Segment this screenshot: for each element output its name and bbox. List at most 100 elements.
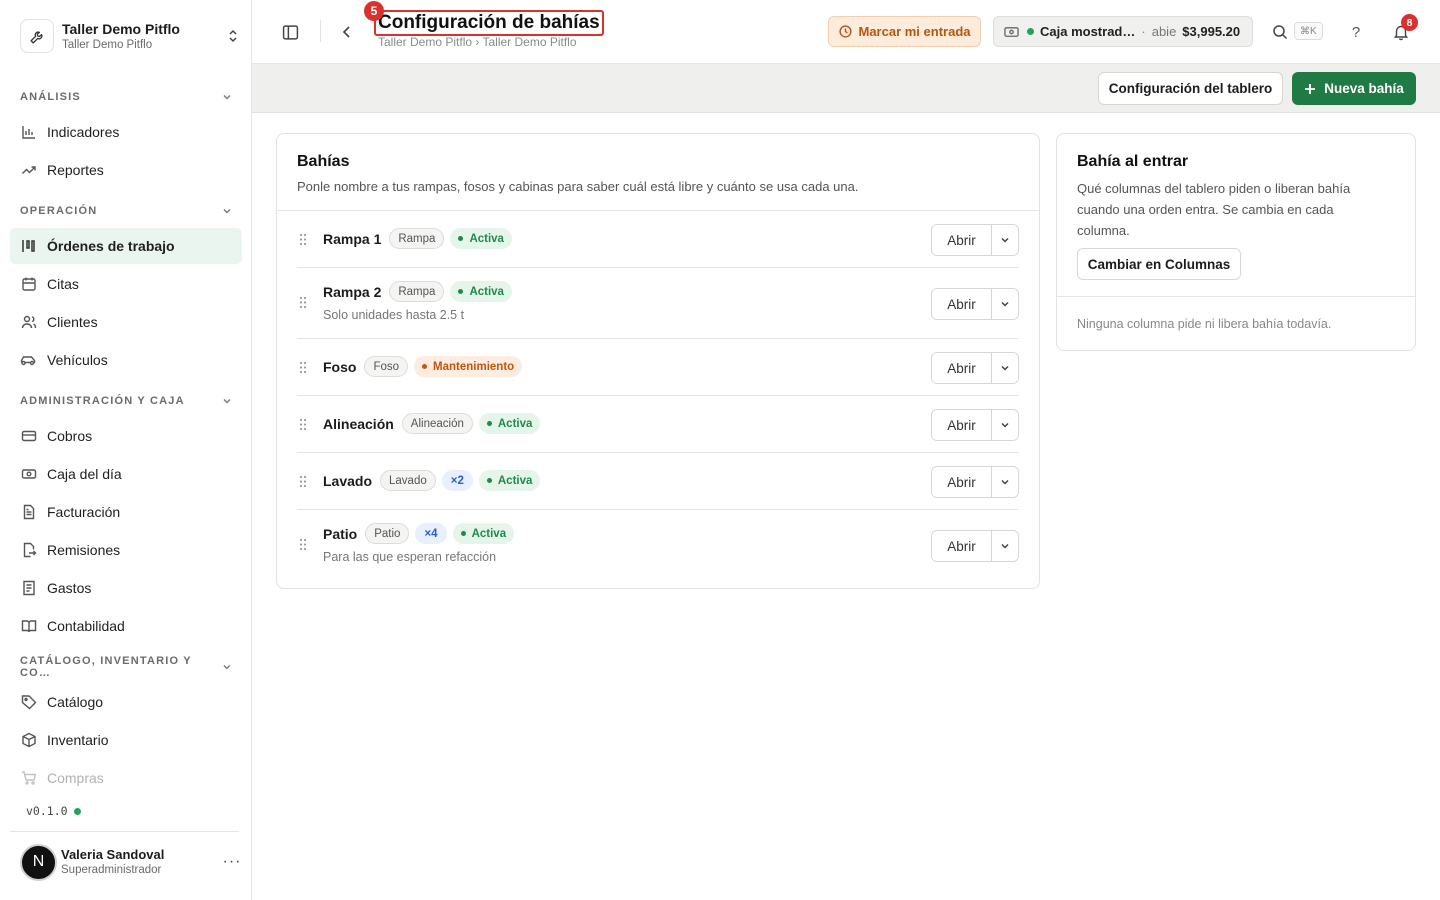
bay-type-tag: Rampa xyxy=(389,228,445,249)
org-name: Taller Demo Pitflo xyxy=(62,20,180,37)
table-row: Rampa 2 Rampa Activa Solo unidades hasta 2.… xyxy=(297,268,1019,339)
chevron-up-down-icon[interactable] xyxy=(226,27,240,45)
drag-handle-icon[interactable] xyxy=(299,361,309,375)
table-row: Foso Foso Mantenimiento Abrir xyxy=(297,339,1019,396)
tag-icon xyxy=(20,694,37,711)
chevron-down-icon[interactable] xyxy=(992,225,1018,255)
open-split-button: Abrir xyxy=(931,466,1019,498)
bay-note: Para las que esperan refacción xyxy=(323,550,497,564)
org-subtitle: Taller Demo Pitflo xyxy=(62,38,153,51)
sidebar-item-inventario[interactable]: Inventario xyxy=(10,722,242,758)
car-icon xyxy=(20,352,37,369)
calendar-icon xyxy=(20,276,37,293)
open-split-button: Abrir xyxy=(931,288,1019,320)
new-bay-button[interactable]: Nueva bahía xyxy=(1292,72,1416,105)
bay-name: Lavado xyxy=(323,472,373,489)
drag-handle-icon[interactable] xyxy=(299,475,309,489)
sidebar-item-cobros[interactable]: Cobros xyxy=(10,418,242,454)
capacity-badge: ×2 xyxy=(441,470,473,491)
sidebar-item-remisiones[interactable]: Remisiones xyxy=(10,532,242,568)
more-horizontal-icon[interactable]: ··· xyxy=(222,853,242,871)
avatar: N xyxy=(20,843,57,881)
drag-handle-icon[interactable] xyxy=(299,538,309,552)
banknote-icon xyxy=(20,466,37,483)
status-badge: Activa xyxy=(478,470,541,491)
trending-up-icon xyxy=(20,162,37,179)
entry-description: Qué columnas del tablero piden o liberan… xyxy=(1077,181,1351,238)
chevron-down-icon xyxy=(223,209,231,214)
chevron-down-icon[interactable] xyxy=(992,467,1018,497)
sidebar-item-citas[interactable]: Citas xyxy=(10,266,242,302)
cart-icon xyxy=(20,770,37,787)
chevron-down-icon[interactable] xyxy=(992,353,1018,383)
board-config-button[interactable]: Configuración del tablero xyxy=(1098,72,1283,105)
open-split-button: Abrir xyxy=(931,224,1019,256)
bays-card: Bahías Ponle nombre a tus rampas, fosos … xyxy=(276,133,1040,589)
table-row: Rampa 1 Rampa Activa Abrir xyxy=(297,211,1019,268)
open-bay-button[interactable]: Abrir xyxy=(932,531,992,561)
bar-chart-icon xyxy=(20,124,37,141)
search-shortcut: ⌘K xyxy=(1294,22,1323,40)
bays-description: Ponle nombre a tus rampas, fosos y cabin… xyxy=(297,179,859,194)
open-split-button: Abrir xyxy=(931,409,1019,441)
table-row: Lavado Lavado ×2 Activa Abrir xyxy=(297,453,1019,510)
page-toolbar: Configuración del tablero Nueva bahía xyxy=(252,64,1440,113)
status-badge: Activa xyxy=(478,413,541,434)
chevron-down-icon[interactable] xyxy=(992,410,1018,440)
open-bay-button[interactable]: Abrir xyxy=(932,410,992,440)
status-badge: Mantenimiento xyxy=(414,356,523,377)
cash-status-dot xyxy=(1027,28,1034,35)
bay-name: Foso xyxy=(323,358,357,375)
chevron-down-icon[interactable] xyxy=(992,289,1018,319)
main-content: Bahías Ponle nombre a tus rampas, fosos … xyxy=(252,113,1440,900)
open-split-button: Abrir xyxy=(931,352,1019,384)
drag-handle-icon[interactable] xyxy=(299,418,309,432)
sidebar-divider xyxy=(10,831,239,832)
bay-name: Rampa 1 xyxy=(323,230,382,247)
sidebar-item-ordenes[interactable]: Órdenes de trabajo xyxy=(10,228,242,264)
user-role: Superadministrador xyxy=(61,864,162,876)
status-badge: Activa xyxy=(452,523,515,544)
bay-type-tag: Rampa xyxy=(389,281,445,302)
drag-handle-icon[interactable] xyxy=(299,296,309,310)
bay-type-tag: Alineación xyxy=(401,413,473,434)
cash-register-button[interactable]: Caja mostrad… · abie $3,995.20 xyxy=(993,16,1253,47)
sidebar-item-reportes[interactable]: Reportes xyxy=(10,152,242,188)
nav-section-administracion[interactable]: ADMINISTRACIÓN Y CAJA xyxy=(10,386,242,416)
page-title: Configuración de bahías xyxy=(374,10,604,36)
sidebar-item-indicadores[interactable]: Indicadores xyxy=(10,114,242,150)
user-profile[interactable]: N Valeria Sandoval Superadministrador ··… xyxy=(20,842,242,882)
table-row: Alineación Alineación Activa Abrir xyxy=(297,396,1019,453)
clock-in-button[interactable]: Marcar mi entrada xyxy=(828,16,981,47)
org-switcher[interactable]: Taller Demo Pitflo Taller Demo Pitflo xyxy=(20,18,240,54)
drag-handle-icon[interactable] xyxy=(299,233,309,247)
sidebar-item-clientes[interactable]: Clientes xyxy=(10,304,242,340)
nav-section-catalogo[interactable]: CATÁLOGO, INVENTARIO Y CO… xyxy=(10,652,242,682)
sidebar-item-compras[interactable]: Compras xyxy=(10,760,242,792)
sidebar-item-catalogo[interactable]: Catálogo xyxy=(10,684,242,720)
sidebar-item-contabilidad[interactable]: Contabilidad xyxy=(10,608,242,644)
sidebar-item-vehiculos[interactable]: Vehículos xyxy=(10,342,242,378)
clock-icon xyxy=(838,25,852,38)
change-in-columns-button[interactable]: Cambiar en Columnas xyxy=(1077,248,1241,280)
bay-type-tag: Foso xyxy=(364,356,409,377)
sidebar-item-facturacion[interactable]: Facturación xyxy=(10,494,242,530)
open-bay-button[interactable]: Abrir xyxy=(932,353,992,383)
sidebar-item-caja[interactable]: Caja del día xyxy=(10,456,242,492)
open-bay-button[interactable]: Abrir xyxy=(932,467,992,497)
sidebar-toggle-icon[interactable] xyxy=(280,22,300,42)
table-row: Patio Patio ×4 Activa Para las que esperan r… xyxy=(297,510,1019,581)
back-arrow-icon[interactable] xyxy=(338,22,356,42)
breadcrumb[interactable]: Taller Demo Pitflo › Taller Demo Pitflo xyxy=(378,35,577,49)
open-split-button: Abrir xyxy=(931,530,1019,562)
help-icon[interactable]: ? xyxy=(1346,21,1366,43)
search-icon[interactable] xyxy=(1270,22,1290,42)
sidebar: Taller Demo Pitflo Taller Demo Pitflo AN… xyxy=(0,0,252,900)
nav-section-operacion[interactable]: OPERACIÓN xyxy=(10,196,242,226)
chevron-down-icon xyxy=(223,95,231,100)
open-bay-button[interactable]: Abrir xyxy=(932,289,992,319)
sidebar-item-gastos[interactable]: Gastos xyxy=(10,570,242,606)
nav-section-analisis[interactable]: ANÁLISIS xyxy=(10,82,242,112)
open-bay-button[interactable]: Abrir xyxy=(932,225,992,255)
chevron-down-icon[interactable] xyxy=(992,531,1018,561)
